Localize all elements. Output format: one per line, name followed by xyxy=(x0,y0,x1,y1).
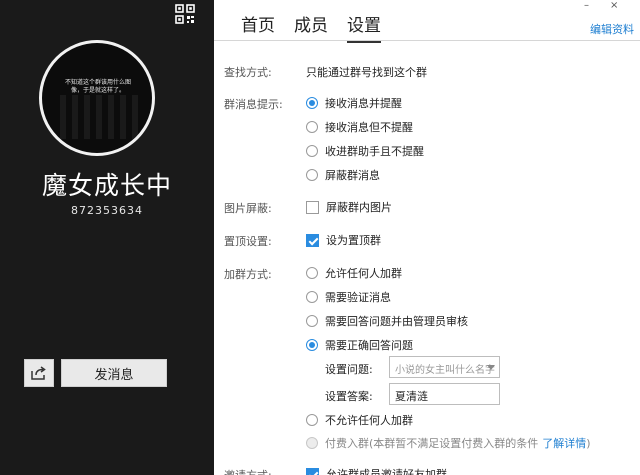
notify-option-receive-silent[interactable]: 接收消息但不提醒 xyxy=(306,119,413,135)
checkbox-checked[interactable] xyxy=(306,467,319,475)
qr-code-icon[interactable] xyxy=(175,4,195,24)
notify-option-receive-alert[interactable]: 接收消息并提醒 xyxy=(306,95,402,111)
minimize-button[interactable]: – xyxy=(584,0,589,11)
option-label: 允许群成员邀请好友加群 xyxy=(326,468,447,475)
group-id: 872353634 xyxy=(71,204,143,217)
close-button[interactable]: × xyxy=(610,0,618,11)
radio-button[interactable] xyxy=(306,97,318,109)
radio-button[interactable] xyxy=(306,121,318,133)
header-divider xyxy=(214,40,640,41)
join-method-label: 加群方式: xyxy=(224,268,272,281)
image-block-option[interactable]: 屏蔽群内图片 xyxy=(306,199,392,215)
chevron-down-icon xyxy=(487,365,495,370)
radio-button[interactable] xyxy=(306,339,318,351)
tab-bar: 首页 成员 设置 xyxy=(241,11,400,43)
checkbox[interactable] xyxy=(306,200,319,214)
option-label: 接收消息并提醒 xyxy=(325,97,402,110)
edit-profile-link[interactable]: 编辑资料 xyxy=(590,21,634,37)
group-avatar[interactable]: 不知道这个群该用什么图 像，于是就这样了。 xyxy=(39,40,155,156)
question-select[interactable]: 小说的女主叫什么名字 xyxy=(389,356,500,378)
option-label: 接收消息但不提醒 xyxy=(325,121,413,134)
option-label: 需要验证消息 xyxy=(325,291,391,304)
option-label: 屏蔽群内图片 xyxy=(326,201,392,214)
invite-option[interactable]: 允许群成员邀请好友加群 xyxy=(306,466,447,475)
group-name: 魔女成长中 xyxy=(41,171,172,200)
join-option-paid: 付费入群(本群暂不满足设置付费入群的条件 了解详情 ) xyxy=(306,435,591,451)
option-label: 设为置顶群 xyxy=(326,234,381,247)
learn-more-link[interactable]: 了解详情 xyxy=(542,435,586,451)
join-option-none[interactable]: 不允许任何人加群 xyxy=(306,412,413,428)
radio-button[interactable] xyxy=(306,169,318,181)
option-label: 不允许任何人加群 xyxy=(325,414,413,427)
radio-button[interactable] xyxy=(306,414,318,426)
radio-button[interactable] xyxy=(306,291,318,303)
image-block-label: 图片屏蔽: xyxy=(224,202,272,215)
tab-home[interactable]: 首页 xyxy=(241,11,275,43)
radio-button[interactable] xyxy=(306,267,318,279)
invite-method-label: 邀请方式: xyxy=(224,467,272,475)
option-label: 屏蔽群消息 xyxy=(325,169,380,182)
join-option-verify[interactable]: 需要验证消息 xyxy=(306,289,391,305)
radio-button[interactable] xyxy=(306,145,318,157)
question-value: 小说的女主叫什么名字 xyxy=(395,365,495,376)
group-profile-panel: 不知道这个群该用什么图 像，于是就这样了。 魔女成长中 872353634 发消… xyxy=(0,0,214,475)
option-label: 收进群助手且不提醒 xyxy=(325,145,424,158)
notify-option-block[interactable]: 屏蔽群消息 xyxy=(306,167,380,183)
notify-label: 群消息提示: xyxy=(224,98,283,111)
checkbox-checked[interactable] xyxy=(306,233,319,247)
pin-option[interactable]: 设为置顶群 xyxy=(306,232,381,248)
notify-option-assistant[interactable]: 收进群助手且不提醒 xyxy=(306,143,424,159)
answer-input[interactable]: 夏清涟 xyxy=(389,383,500,405)
join-option-correct-answer[interactable]: 需要正确回答问题 xyxy=(306,337,413,353)
question-label: 设置问题: xyxy=(325,363,373,376)
answer-label: 设置答案: xyxy=(325,390,373,403)
pin-label: 置顶设置: xyxy=(224,235,272,248)
tab-settings[interactable]: 设置 xyxy=(347,11,381,43)
join-option-question-review[interactable]: 需要回答问题并由管理员审核 xyxy=(306,313,468,329)
paid-option-close: ) xyxy=(586,436,591,450)
find-method-value: 只能通过群号找到这个群 xyxy=(306,66,427,79)
share-button[interactable] xyxy=(24,359,54,387)
option-label: 需要正确回答问题 xyxy=(325,339,413,352)
option-label: 允许任何人加群 xyxy=(325,267,402,280)
share-icon xyxy=(31,366,46,380)
tab-members[interactable]: 成员 xyxy=(294,11,328,43)
option-label: 需要回答问题并由管理员审核 xyxy=(325,315,468,328)
avatar-caption: 不知道这个群该用什么图 像，于是就这样了。 xyxy=(64,79,131,94)
radio-button[interactable] xyxy=(306,315,318,327)
radio-button-disabled xyxy=(306,437,318,449)
paid-option-label: 付费入群(本群暂不满足设置付费入群的条件 xyxy=(325,437,539,450)
send-message-button[interactable]: 发消息 xyxy=(61,359,167,387)
find-method-label: 查找方式: xyxy=(224,66,272,79)
join-option-anyone[interactable]: 允许任何人加群 xyxy=(306,265,402,281)
avatar-texture xyxy=(60,95,140,139)
